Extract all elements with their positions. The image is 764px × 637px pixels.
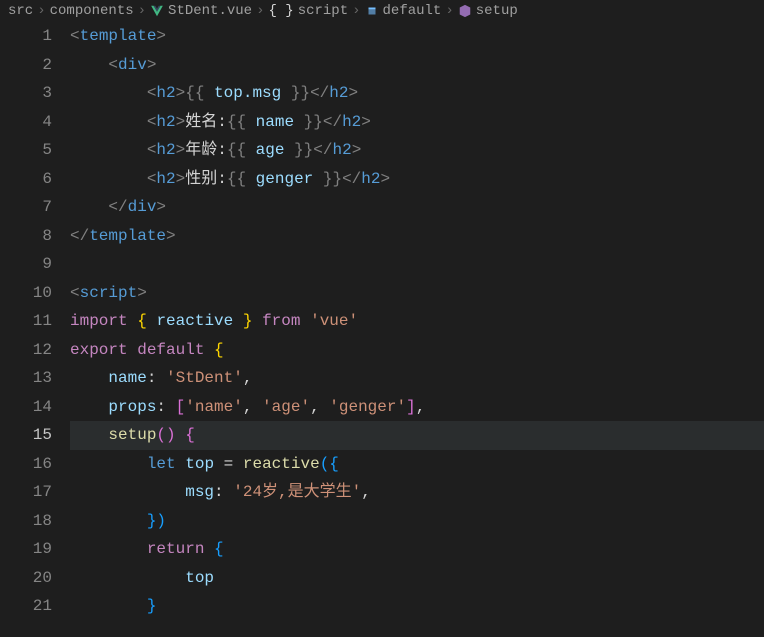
chevron-right-icon: › — [37, 3, 45, 19]
line-number: 12 — [0, 336, 52, 365]
line-number: 14 — [0, 393, 52, 422]
line-number: 5 — [0, 136, 52, 165]
line-number: 10 — [0, 279, 52, 308]
line-number: 3 — [0, 79, 52, 108]
symbol-icon — [365, 4, 379, 18]
breadcrumb-item[interactable]: default — [383, 3, 442, 19]
breadcrumb-item[interactable]: src — [8, 3, 33, 19]
line-number-gutter: 123456789101112131415161718192021 — [0, 22, 70, 637]
line-number: 15 — [0, 421, 52, 450]
chevron-right-icon: › — [445, 3, 453, 19]
line-number: 2 — [0, 51, 52, 80]
braces-icon: { } — [268, 3, 293, 19]
line-number: 17 — [0, 478, 52, 507]
vue-file-icon — [150, 4, 164, 18]
line-number: 20 — [0, 564, 52, 593]
line-number: 21 — [0, 592, 52, 621]
line-number: 4 — [0, 108, 52, 137]
line-number: 7 — [0, 193, 52, 222]
code-editor[interactable]: 123456789101112131415161718192021 <templ… — [0, 22, 764, 637]
chevron-right-icon: › — [352, 3, 360, 19]
breadcrumb-item[interactable]: StDent.vue — [168, 3, 252, 19]
line-number: 11 — [0, 307, 52, 336]
breadcrumb-item[interactable]: setup — [476, 3, 518, 19]
breadcrumb-item[interactable]: components — [50, 3, 134, 19]
breadcrumb[interactable]: src › components › StDent.vue › { } scri… — [0, 0, 764, 22]
line-number: 9 — [0, 250, 52, 279]
line-number: 19 — [0, 535, 52, 564]
chevron-right-icon: › — [256, 3, 264, 19]
line-number: 6 — [0, 165, 52, 194]
line-number: 13 — [0, 364, 52, 393]
line-number: 16 — [0, 450, 52, 479]
line-number: 1 — [0, 22, 52, 51]
breadcrumb-item[interactable]: script — [298, 3, 348, 19]
code-content[interactable]: <template> <div> <h2>{{ top.msg }}</h2> … — [70, 22, 764, 637]
line-number: 8 — [0, 222, 52, 251]
chevron-right-icon: › — [138, 3, 146, 19]
line-number: 18 — [0, 507, 52, 536]
method-icon — [458, 4, 472, 18]
